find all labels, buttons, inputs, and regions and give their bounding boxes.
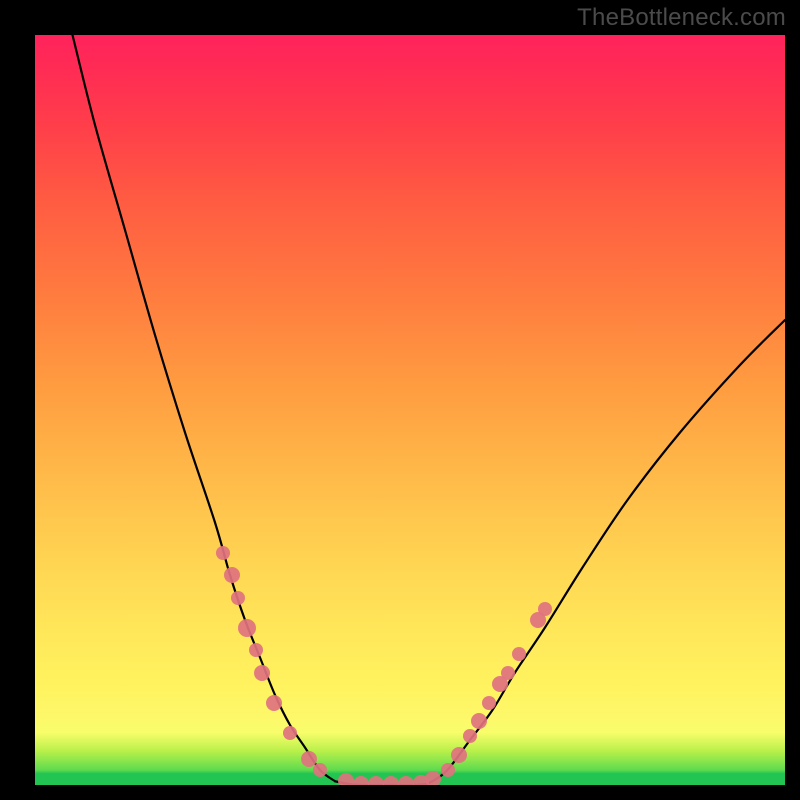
marker-point xyxy=(383,776,399,786)
curve-right xyxy=(433,320,786,781)
marker-point xyxy=(249,643,263,657)
marker-point xyxy=(441,763,455,777)
marker-point xyxy=(238,619,256,637)
marker-point xyxy=(224,567,240,583)
marker-point xyxy=(231,591,245,605)
marker-point xyxy=(266,695,282,711)
curve-left xyxy=(73,35,336,781)
watermark-text: TheBottleneck.com xyxy=(577,4,786,32)
marker-point xyxy=(538,602,552,616)
marker-point xyxy=(368,776,384,786)
marker-point xyxy=(463,729,477,743)
marker-point xyxy=(216,546,230,560)
marker-point xyxy=(425,771,441,785)
marker-point xyxy=(501,666,515,680)
marker-point xyxy=(471,713,487,729)
marker-point xyxy=(283,726,297,740)
marker-point xyxy=(398,776,414,786)
marker-point xyxy=(254,665,270,681)
marker-point xyxy=(451,747,467,763)
plot-area xyxy=(35,35,785,785)
marker-point xyxy=(482,696,496,710)
marker-point xyxy=(338,773,354,785)
marker-point xyxy=(353,776,369,786)
marker-point xyxy=(512,647,526,661)
curve-layer xyxy=(35,35,785,785)
chart-frame: TheBottleneck.com xyxy=(0,0,800,800)
marker-point xyxy=(313,763,327,777)
